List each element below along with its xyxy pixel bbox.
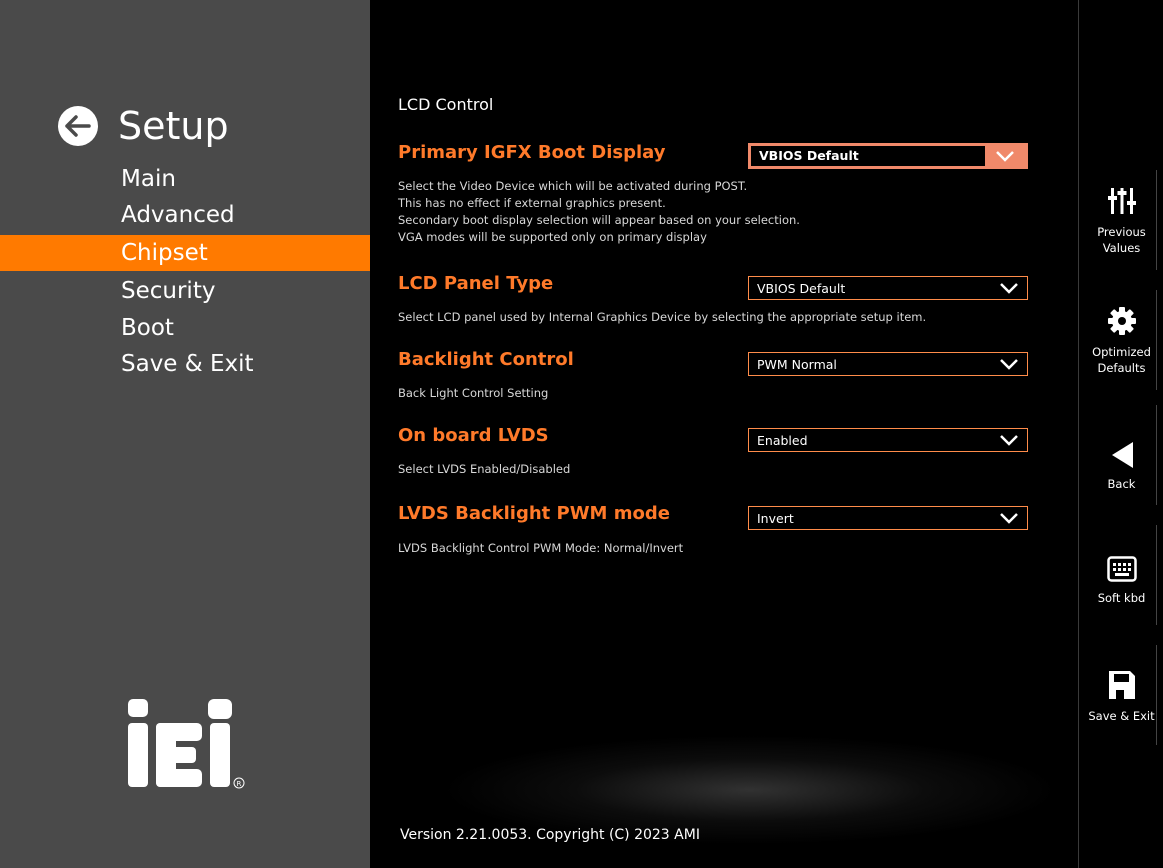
svg-text:R: R	[237, 780, 242, 788]
optimized-defaults-button[interactable]: Optimized Defaults	[1079, 306, 1163, 376]
setup-title: Setup	[118, 104, 229, 148]
save-exit-label: Save & Exit	[1088, 709, 1155, 723]
soft-kbd-label: Soft kbd	[1097, 591, 1146, 605]
gear-icon	[1079, 306, 1163, 340]
option-label-backlight-control[interactable]: Backlight Control	[398, 349, 574, 370]
description-line: Secondary boot display selection will ap…	[398, 213, 800, 227]
chevron-down-icon	[999, 357, 1019, 371]
chevron-down-icon	[985, 146, 1025, 166]
description-line: Back Light Control Setting	[398, 386, 549, 400]
version-text: Version 2.21.0053. Copyright (C) 2023 AM…	[400, 827, 700, 843]
save-exit-button[interactable]: Save & Exit	[1079, 670, 1163, 724]
previous-values-button[interactable]: Previous Values	[1079, 186, 1163, 256]
description-line: VGA modes will be supported only on prim…	[398, 230, 707, 244]
setup-back-button[interactable]: Setup	[58, 96, 229, 156]
option-label-primary-igfx[interactable]: Primary IGFX Boot Display	[398, 142, 665, 163]
back-arrow-icon	[58, 106, 98, 146]
description-line: Select the Video Device which will be ac…	[398, 179, 748, 193]
previous-values-label: Previous Values	[1097, 225, 1146, 255]
section-title: LCD Control	[398, 95, 494, 114]
option-description: LVDS Backlight Control PWM Mode: Normal/…	[398, 540, 683, 557]
dropdown-value: VBIOS Default	[759, 148, 859, 163]
right-toolbar: Previous Values Optimized Defaults Back	[1078, 0, 1163, 868]
option-label-lcd-panel-type[interactable]: LCD Panel Type	[398, 273, 553, 294]
description-line: Select LCD panel used by Internal Graphi…	[398, 310, 927, 324]
description-line: LVDS Backlight Control PWM Mode: Normal/…	[398, 541, 684, 555]
dropdown-backlight-control[interactable]: PWM Normal	[748, 352, 1028, 376]
nav-item-advanced[interactable]: Advanced	[0, 197, 370, 233]
dropdown-value: Enabled	[757, 433, 808, 448]
floppy-disk-icon	[1079, 670, 1163, 704]
soft-kbd-button[interactable]: Soft kbd	[1079, 556, 1163, 606]
back-label: Back	[1107, 477, 1136, 491]
nav-item-security[interactable]: Security	[0, 273, 370, 309]
nav-item-save-exit[interactable]: Save & Exit	[0, 346, 370, 382]
dropdown-value: VBIOS Default	[757, 281, 846, 296]
option-description: Back Light Control Setting	[398, 385, 548, 402]
keyboard-icon	[1079, 556, 1163, 586]
option-description: Select LVDS Enabled/Disabled	[398, 461, 570, 478]
dropdown-primary-igfx[interactable]: VBIOS Default	[748, 143, 1028, 169]
chevron-down-icon	[999, 281, 1019, 295]
nav-item-boot[interactable]: Boot	[0, 310, 370, 346]
dropdown-value: Invert	[757, 511, 794, 526]
sidebar: Setup Main Advanced Chipset Security Boo…	[0, 0, 370, 868]
dropdown-value: PWM Normal	[757, 357, 837, 372]
option-label-lvds-backlight-pwm[interactable]: LVDS Backlight PWM mode	[398, 503, 670, 524]
dropdown-onboard-lvds[interactable]: Enabled	[748, 428, 1028, 452]
option-label-onboard-lvds[interactable]: On board LVDS	[398, 425, 549, 446]
dropdown-lcd-panel-type[interactable]: VBIOS Default	[748, 276, 1028, 300]
triangle-left-icon	[1079, 440, 1163, 474]
dropdown-lvds-backlight-pwm[interactable]: Invert	[748, 506, 1028, 530]
nav-item-chipset[interactable]: Chipset	[0, 235, 370, 271]
chevron-down-icon	[999, 511, 1019, 525]
option-description: Select LCD panel used by Internal Graphi…	[398, 309, 926, 326]
option-description: Select the Video Device which will be ac…	[398, 178, 800, 246]
main-panel: LCD Control Primary IGFX Boot Display VB…	[370, 0, 1078, 868]
back-button[interactable]: Back	[1079, 440, 1163, 492]
iei-logo: R	[128, 695, 248, 805]
optimized-defaults-label: Optimized Defaults	[1092, 345, 1151, 375]
sliders-icon	[1079, 186, 1163, 220]
description-line: This has no effect if external graphics …	[398, 196, 666, 210]
chevron-down-icon	[999, 433, 1019, 447]
description-line: Select LVDS Enabled/Disabled	[398, 462, 571, 476]
nav-item-main[interactable]: Main	[0, 161, 370, 197]
